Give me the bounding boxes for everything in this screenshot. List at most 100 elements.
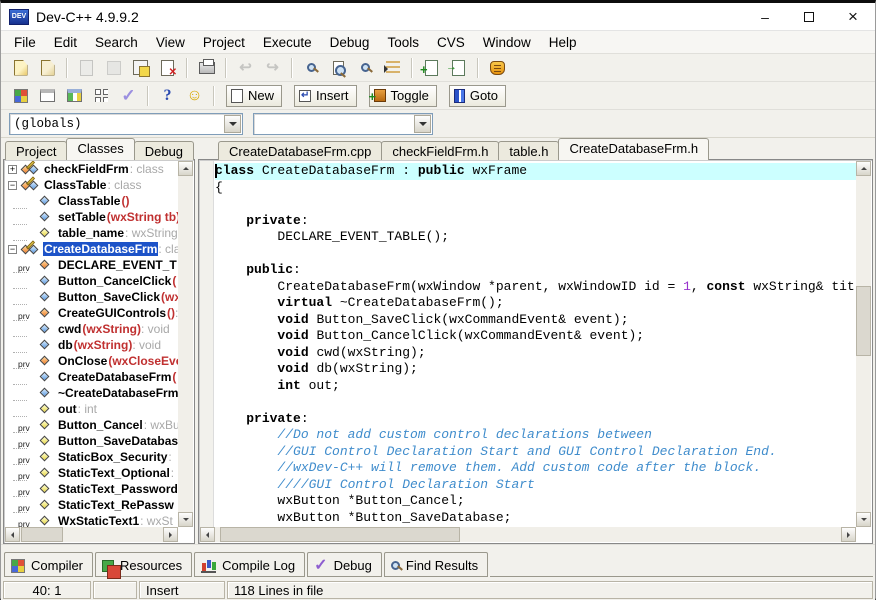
bookmark-toggle-button[interactable]: Toggle (369, 85, 437, 107)
tree-item-button-cancel[interactable]: prvButton_Cancel : wxBu (5, 417, 178, 433)
tree-item-db[interactable]: db (wxString) : void (5, 337, 178, 353)
member-scope-combobox[interactable] (253, 113, 433, 135)
report-tab-compiler[interactable]: Compiler (4, 552, 93, 577)
expand-icon[interactable]: + (8, 165, 17, 174)
save-all-button[interactable] (127, 56, 154, 80)
remove-unit-button[interactable] (445, 56, 472, 80)
tree-item-settable[interactable]: setTable (wxString tb) : (5, 209, 178, 225)
editor-tab-createdatabasefrm-h[interactable]: CreateDatabaseFrm.h (558, 138, 709, 160)
maximize-button[interactable] (787, 3, 831, 30)
tree-item--createdatabasefrm[interactable]: ~CreateDatabaseFrm (5, 385, 178, 401)
menu-debug[interactable]: Debug (321, 32, 379, 53)
scroll-up-arrow[interactable] (856, 161, 871, 176)
dropdown-arrow-icon[interactable] (224, 115, 241, 133)
tree-item-declare-event-t[interactable]: prvDECLARE_EVENT_T (5, 257, 178, 273)
tree-item-checkfieldfrm[interactable]: +checkFieldFrm : class (5, 161, 178, 177)
tree-item-classtable[interactable]: ClassTable () (5, 193, 178, 209)
form-view-button[interactable] (61, 84, 88, 108)
find-in-files-button[interactable] (325, 56, 352, 80)
editor-tab-createdatabasefrm-cpp[interactable]: CreateDatabaseFrm.cpp (218, 141, 382, 160)
editor-tab-table-h[interactable]: table.h (498, 141, 559, 160)
tree-item-out[interactable]: out : int (5, 401, 178, 417)
menu-tools[interactable]: Tools (378, 32, 428, 53)
tree-item-wxstatictext1[interactable]: prvWxStaticText1 : wxSt (5, 513, 178, 527)
package-manager-button[interactable] (484, 56, 511, 80)
tab-classes[interactable]: Classes (66, 138, 134, 160)
menu-edit[interactable]: Edit (45, 32, 86, 53)
scroll-down-arrow[interactable] (178, 512, 193, 527)
bookmark-goto-button[interactable]: Goto (449, 85, 506, 107)
tree-item-staticbox-security[interactable]: prvStaticBox_Security : (5, 449, 178, 465)
editor-horizontal-scrollbar[interactable] (200, 527, 856, 542)
tree-item-statictext-password[interactable]: prvStaticText_Password (5, 481, 178, 497)
save-as-button[interactable] (100, 56, 127, 80)
save-button[interactable] (73, 56, 100, 80)
report-tab-resources[interactable]: Resources (95, 552, 192, 577)
menu-view[interactable]: View (147, 32, 194, 53)
print-button[interactable] (193, 56, 220, 80)
scroll-down-arrow[interactable] (856, 512, 871, 527)
about-button[interactable]: ☺ (181, 84, 208, 108)
redo-button[interactable]: ↪ (259, 56, 286, 80)
menu-search[interactable]: Search (86, 32, 147, 53)
help-button[interactable]: ? (154, 84, 181, 108)
menu-help[interactable]: Help (540, 32, 586, 53)
tree-item-onclose[interactable]: prvOnClose (wxCloseEvent (5, 353, 178, 369)
menu-project[interactable]: Project (194, 32, 254, 53)
tab-project[interactable]: Project (5, 141, 67, 160)
report-tab-compile-log[interactable]: Compile Log (194, 552, 305, 577)
scrollbar-thumb[interactable] (21, 527, 63, 542)
new-source-button[interactable] (7, 56, 34, 80)
class-scope-combobox[interactable]: (globals) (9, 113, 243, 135)
dropdown-arrow-icon[interactable] (414, 115, 431, 133)
project-options-button[interactable] (7, 84, 34, 108)
undo-button[interactable]: ↩ (232, 56, 259, 80)
code-area[interactable]: class CreateDatabaseFrm : public wxFrame… (215, 161, 856, 527)
tree-item-button-saveclick[interactable]: Button_SaveClick (wx (5, 289, 178, 305)
bookmark-new-button[interactable]: New (226, 85, 282, 107)
report-tab-find-results[interactable]: Find Results (384, 552, 488, 577)
tab-debug[interactable]: Debug (134, 141, 194, 160)
panel-view-icon (95, 89, 108, 102)
menu-cvs[interactable]: CVS (428, 32, 474, 53)
scroll-right-arrow[interactable] (163, 527, 178, 542)
panel-view-button[interactable] (88, 84, 115, 108)
scrollbar-thumb[interactable] (856, 286, 871, 356)
scroll-up-arrow[interactable] (178, 161, 193, 176)
editor-tab-checkfieldfrm-h[interactable]: checkFieldFrm.h (381, 141, 499, 160)
close-file-button[interactable] (154, 56, 181, 80)
tree-horizontal-scrollbar[interactable] (5, 527, 178, 542)
tree-item-createdatabasefrm[interactable]: CreateDatabaseFrm ( (5, 369, 178, 385)
menu-file[interactable]: File (5, 32, 45, 53)
tree-item-createdatabasefrm[interactable]: −CreateDatabaseFrm : cla (5, 241, 178, 257)
editor-vertical-scrollbar[interactable] (856, 161, 871, 527)
scroll-left-arrow[interactable] (200, 527, 215, 542)
menu-window[interactable]: Window (474, 32, 540, 53)
tree-item-button-savedatabas[interactable]: prvButton_SaveDatabas (5, 433, 178, 449)
collapse-icon[interactable]: − (8, 245, 17, 254)
open-project-button[interactable] (34, 56, 61, 80)
tree-item-classtable[interactable]: −ClassTable : class (5, 177, 178, 193)
tree-item-table-name[interactable]: table_name : wxString (5, 225, 178, 241)
report-tab-debug[interactable]: ✓Debug (307, 552, 382, 577)
window-view-button[interactable] (34, 84, 61, 108)
find-button[interactable] (298, 56, 325, 80)
close-button[interactable]: × (831, 3, 875, 30)
scroll-left-arrow[interactable] (5, 527, 20, 542)
syntax-check-button[interactable]: ✓ (115, 84, 142, 108)
scroll-right-arrow[interactable] (841, 527, 856, 542)
insert-unit-button[interactable] (418, 56, 445, 80)
tree-item-cwd[interactable]: cwd (wxString) : void (5, 321, 178, 337)
minimize-button[interactable]: – (743, 3, 787, 30)
scrollbar-thumb[interactable] (220, 527, 460, 542)
tree-vertical-scrollbar[interactable] (178, 161, 193, 527)
tree-item-statictext-repassw[interactable]: prvStaticText_RePassw (5, 497, 178, 513)
bookmark-insert-button[interactable]: Insert (294, 85, 357, 107)
tree-item-statictext-optional[interactable]: prvStaticText_Optional : (5, 465, 178, 481)
collapse-icon[interactable]: − (8, 181, 17, 190)
menu-execute[interactable]: Execute (254, 32, 321, 53)
tree-item-createguicontrols[interactable]: prvCreateGUIControls () : (5, 305, 178, 321)
replace-button[interactable] (352, 56, 379, 80)
goto-line-button[interactable] (379, 56, 406, 80)
tree-item-button-cancelclick[interactable]: Button_CancelClick ( (5, 273, 178, 289)
